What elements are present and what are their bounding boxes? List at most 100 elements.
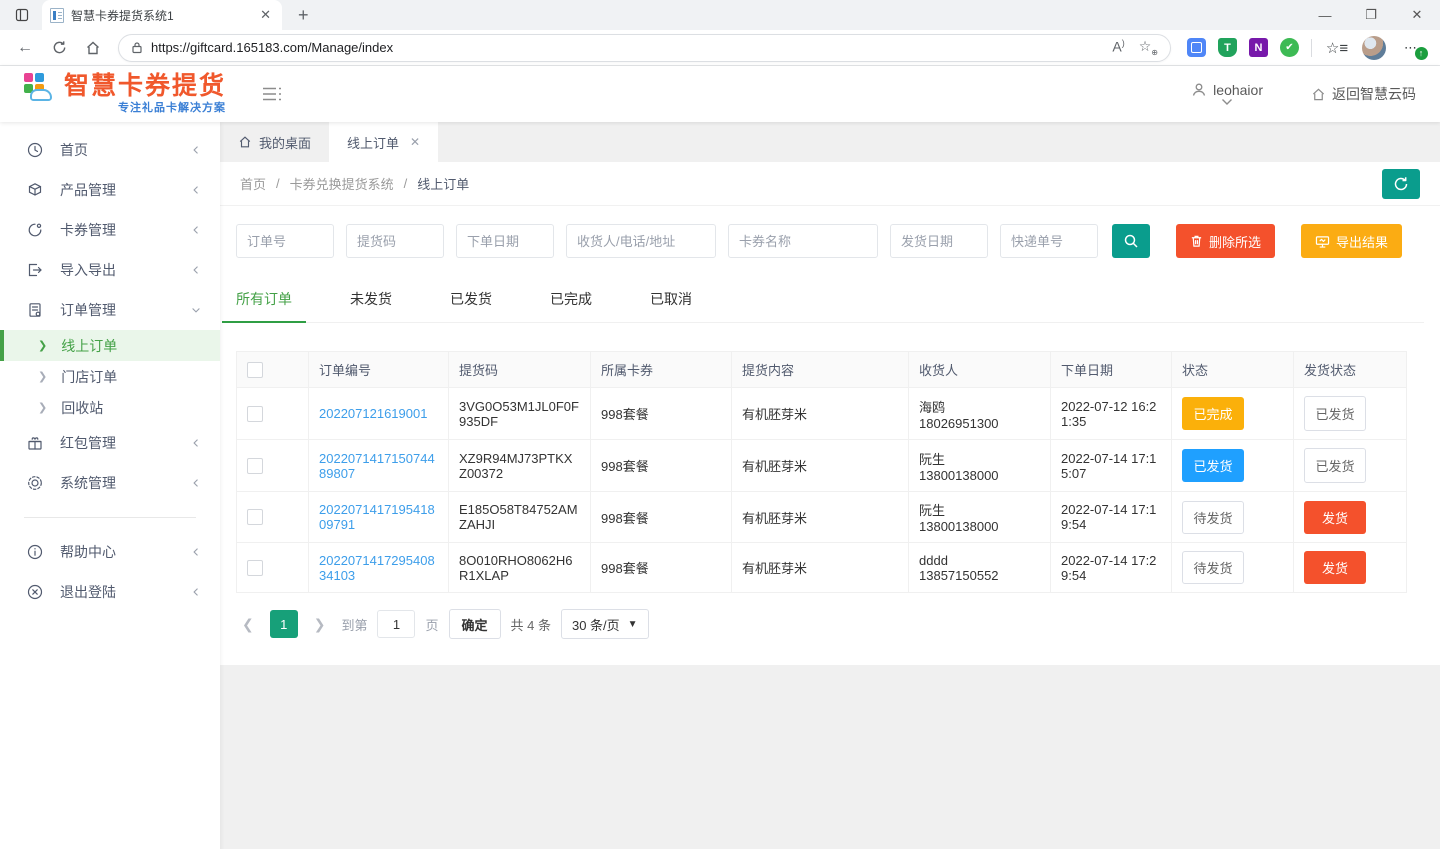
breadcrumb-home[interactable]: 首页 [240,174,266,193]
extension-thumb-icon[interactable] [1280,38,1299,57]
order-tab-已发货[interactable]: 已发货 [450,276,492,322]
refresh-button[interactable] [1382,169,1420,199]
filter-input-发货日期[interactable] [890,224,988,258]
address-bar[interactable]: https://giftcard.165183.com/Manage/index… [118,34,1171,62]
sidebar-item-产品管理[interactable]: 产品管理 [0,170,220,210]
sidebar-subitem-门店订单[interactable]: ❯ 门店订单 [0,361,220,392]
breadcrumb-current: 线上订单 [417,174,469,193]
page-size-value: 30 条/页 [572,615,620,634]
order-date: 2022-07-14 17:19:54 [1051,492,1172,543]
order-status-tabs: 所有订单 未发货 已发货 已完成 已取消 [236,276,1424,323]
user-name: leohaior [1213,82,1263,98]
url-text: https://giftcard.165183.com/Manage/index [151,40,1104,55]
breadcrumb-system[interactable]: 卡券兑换提货系统 [290,174,394,193]
row-checkbox[interactable] [247,509,263,525]
filter-input-下单日期[interactable] [456,224,554,258]
read-aloud-icon[interactable]: A) [1112,38,1124,57]
sidebar-item-首页[interactable]: 首页 [0,130,220,170]
order-number-link[interactable]: 202207141729540834103 [319,553,435,583]
order-number-link[interactable]: 202207121619001 [319,406,427,421]
tab-online-orders[interactable]: 线上订单 ✕ [329,122,438,162]
chevron-left-icon [190,184,202,196]
add-favorite-icon[interactable]: ☆⊕ [1139,38,1158,57]
sidebar-item-卡券管理[interactable]: 卡券管理 [0,210,220,250]
chevron-left-icon [190,224,202,236]
ship-status-button[interactable]: 发货 [1304,551,1366,584]
order-tab-所有订单[interactable]: 所有订单 [236,276,292,322]
column-header-发货状态: 发货状态 [1294,352,1407,388]
tab-my-desktop[interactable]: 我的桌面 [220,122,329,162]
ship-status-button[interactable]: 发货 [1304,501,1366,534]
sidebar-item-红包管理[interactable]: 红包管理 [0,423,220,463]
ship-status-button[interactable]: 已发货 [1304,396,1366,431]
pickup-code: 8O010RHO8062H6R1XLAP [449,543,591,593]
logo-qr-cloud-icon [24,73,56,105]
tab-actions-menu-icon[interactable] [8,4,36,26]
table-row: 202207141729540834103 8O010RHO8062H6R1XL… [237,543,1407,593]
filter-input-订单号[interactable] [236,224,334,258]
logo-title: 智慧卡券提货 [64,73,226,99]
app-header: 智慧卡券提货 专注礼品卡解决方案 leohaior 返回智慧云码 [0,66,1440,122]
window-restore-button[interactable]: ❐ [1348,0,1394,30]
sidebar-item-label: 订单管理 [60,300,190,320]
favorites-bar-icon[interactable]: ☆≡ [1324,39,1350,57]
filter-input-提货码[interactable] [346,224,444,258]
next-page-icon[interactable]: ❯ [308,616,332,633]
order-tab-已完成[interactable]: 已完成 [550,276,592,322]
goto-page-input[interactable] [377,610,415,638]
order-number-link[interactable]: 202207141719541809791 [319,502,435,532]
filter-input-收货人/电话/地址[interactable] [566,224,716,258]
export-results-button[interactable]: 导出结果 [1301,224,1402,258]
select-all-checkbox[interactable] [247,362,263,378]
home-button[interactable] [78,34,108,62]
order-tab-未发货[interactable]: 未发货 [350,276,392,322]
sidebar-subitem-回收站[interactable]: ❯ 回收站 [0,392,220,423]
row-checkbox[interactable] [247,458,263,474]
sidebar-item-label: 卡券管理 [60,220,190,240]
confirm-page-button[interactable]: 确定 [449,609,501,639]
page-number-button[interactable]: 1 [270,610,298,638]
browser-tab[interactable]: 智慧卡券提货系统1 ✕ [42,0,282,30]
reload-button[interactable] [44,34,74,62]
collapse-menu-icon[interactable] [262,86,282,102]
chevron-right-icon: ❯ [38,339,47,352]
new-tab-button[interactable]: + [292,5,315,26]
sidebar-item-帮助中心[interactable]: 帮助中心 [0,532,220,572]
sidebar-subitem-线上订单[interactable]: ❯ 线上订单 [0,330,220,361]
chevron-left-icon [190,546,202,558]
window-close-button[interactable]: ✕ [1394,0,1440,30]
tab-online-orders-label: 线上订单 [347,133,399,152]
delete-selected-button[interactable]: 删除所选 [1176,224,1275,258]
filter-row: 删除所选 导出结果 [236,224,1424,258]
row-checkbox[interactable] [247,406,263,422]
table-row: 202207141715074489807 XZ9R94MJ73PTKXZ003… [237,440,1407,492]
search-button[interactable] [1112,224,1150,258]
back-button[interactable]: ← [10,34,40,62]
more-menu-icon[interactable]: ⋯↑ [1398,40,1424,56]
tab-close-icon[interactable]: ✕ [257,7,274,23]
order-tab-已取消[interactable]: 已取消 [650,276,692,322]
extension-shield-icon[interactable] [1218,38,1237,57]
pagination: ❮ 1 ❯ 到第 页 确定 共 4 条 30 条/页 ▼ [236,609,1424,639]
filter-input-快递单号[interactable] [1000,224,1098,258]
extension-q-icon[interactable] [1187,38,1206,57]
return-home-link[interactable]: 返回智慧云码 [1311,84,1416,104]
tab-close-icon[interactable]: ✕ [410,135,420,149]
app-logo[interactable]: 智慧卡券提货 专注礼品卡解决方案 [24,73,226,115]
profile-avatar[interactable] [1362,36,1386,60]
sidebar-nav: 首页 产品管理 卡券管理 导入导出 订单管理 ❯ 线上订单❯ 门店订单❯ 回收站… [0,122,220,849]
window-minimize-button[interactable]: — [1302,0,1348,30]
order-number-link[interactable]: 202207141715074489807 [319,451,435,481]
page-size-select[interactable]: 30 条/页 ▼ [561,609,649,639]
filter-input-卡券名称[interactable] [728,224,878,258]
prev-page-icon[interactable]: ❮ [236,616,260,633]
sidebar-item-退出登陆[interactable]: 退出登陆 [0,572,220,612]
sidebar-item-系统管理[interactable]: 系统管理 [0,463,220,503]
user-menu[interactable]: leohaior [1191,82,1263,106]
extension-onenote-icon[interactable] [1249,38,1268,57]
sidebar-item-导入导出[interactable]: 导入导出 [0,250,220,290]
sidebar-item-订单管理[interactable]: 订单管理 [0,290,220,330]
ship-status-button[interactable]: 已发货 [1304,448,1366,483]
row-checkbox[interactable] [247,560,263,576]
sidebar-item-label: 红包管理 [60,433,190,453]
